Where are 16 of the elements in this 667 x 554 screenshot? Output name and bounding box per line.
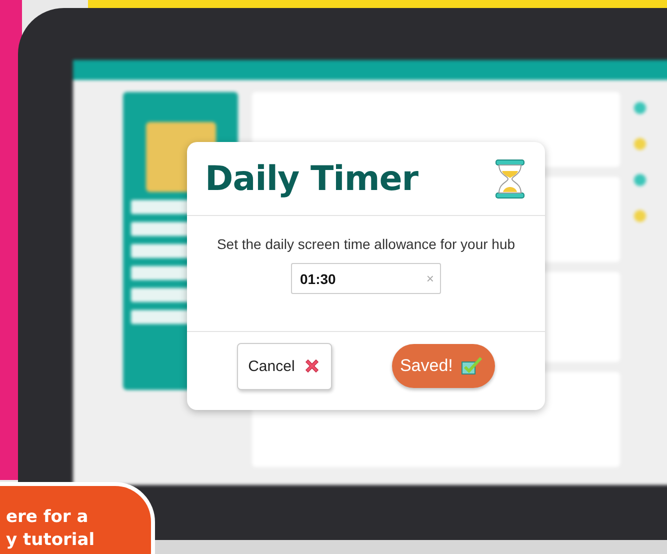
dialog-title: Daily Timer — [205, 158, 418, 198]
checkbox-tick-icon — [460, 356, 483, 376]
status-dot — [634, 102, 646, 114]
banner-text: ere for a — [6, 506, 90, 529]
time-input-field[interactable]: 01:30 × — [291, 263, 441, 294]
status-dot — [634, 138, 646, 150]
status-dot — [634, 210, 646, 222]
dialog-description: Set the daily screen time allowance for your hub — [216, 235, 516, 254]
clear-button[interactable]: × — [426, 271, 434, 286]
banner-text: y tutorial — [6, 529, 96, 552]
tutorial-banner[interactable]: ere for a y tutorial — [0, 482, 155, 554]
status-dot — [634, 174, 646, 186]
hourglass-icon — [495, 158, 525, 198]
save-button[interactable]: Saved! — [392, 344, 495, 388]
cancel-button[interactable]: Cancel — [237, 342, 332, 390]
cross-icon — [302, 357, 321, 375]
